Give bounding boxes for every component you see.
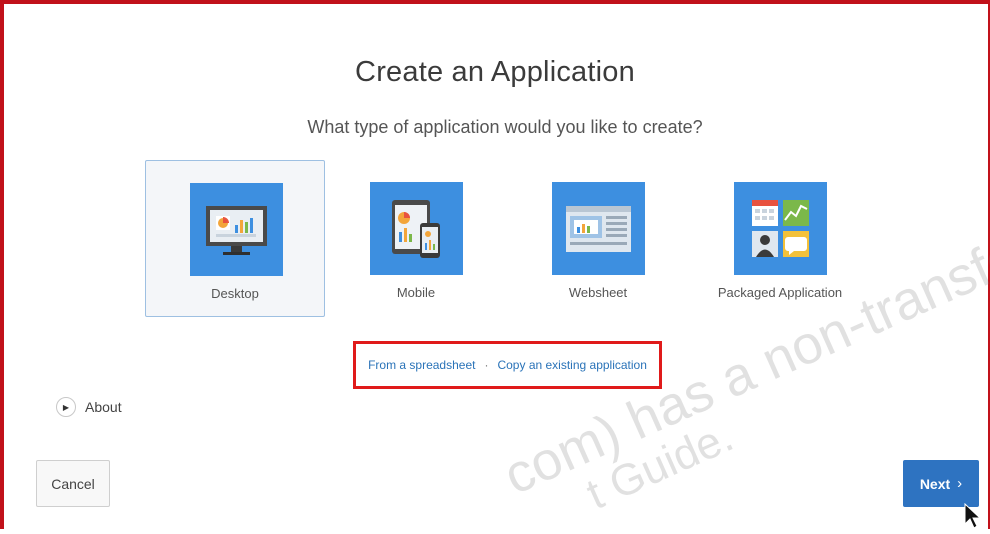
app-type-desktop[interactable]: Desktop	[145, 160, 325, 317]
next-button[interactable]: Next ›	[903, 460, 979, 507]
app-type-label: Packaged Application	[717, 285, 843, 300]
app-type-mobile[interactable]: Mobile	[326, 160, 506, 317]
app-type-label: Desktop	[211, 286, 259, 301]
mobile-devices-icon	[370, 182, 463, 275]
app-type-label: Mobile	[396, 285, 436, 300]
packaged-app-icon	[734, 182, 827, 275]
next-button-label: Next	[919, 475, 951, 492]
chevron-right-icon: ›	[957, 475, 963, 492]
cancel-button[interactable]: Cancel	[36, 460, 110, 507]
alternate-create-links: From a spreadsheet · Copy an existing ap…	[353, 341, 662, 389]
page-title: Create an Application	[355, 56, 635, 88]
app-type-packaged[interactable]: Packaged Application	[690, 160, 870, 317]
copy-existing-app-link[interactable]: Copy an existing application	[497, 358, 646, 372]
about-toggle[interactable]: ▶ About	[56, 397, 122, 417]
page-subtitle: What type of application would you like …	[307, 117, 703, 137]
mouse-cursor-icon	[963, 502, 985, 534]
websheet-icon	[552, 182, 645, 275]
desktop-monitor-icon	[190, 183, 283, 276]
app-type-websheet[interactable]: Websheet	[508, 160, 688, 317]
from-spreadsheet-link[interactable]: From a spreadsheet	[368, 358, 475, 372]
expand-triangle-icon: ▶	[56, 397, 76, 417]
about-label: About	[85, 399, 122, 415]
link-separator: ·	[484, 358, 489, 372]
app-type-label: Websheet	[568, 285, 628, 300]
